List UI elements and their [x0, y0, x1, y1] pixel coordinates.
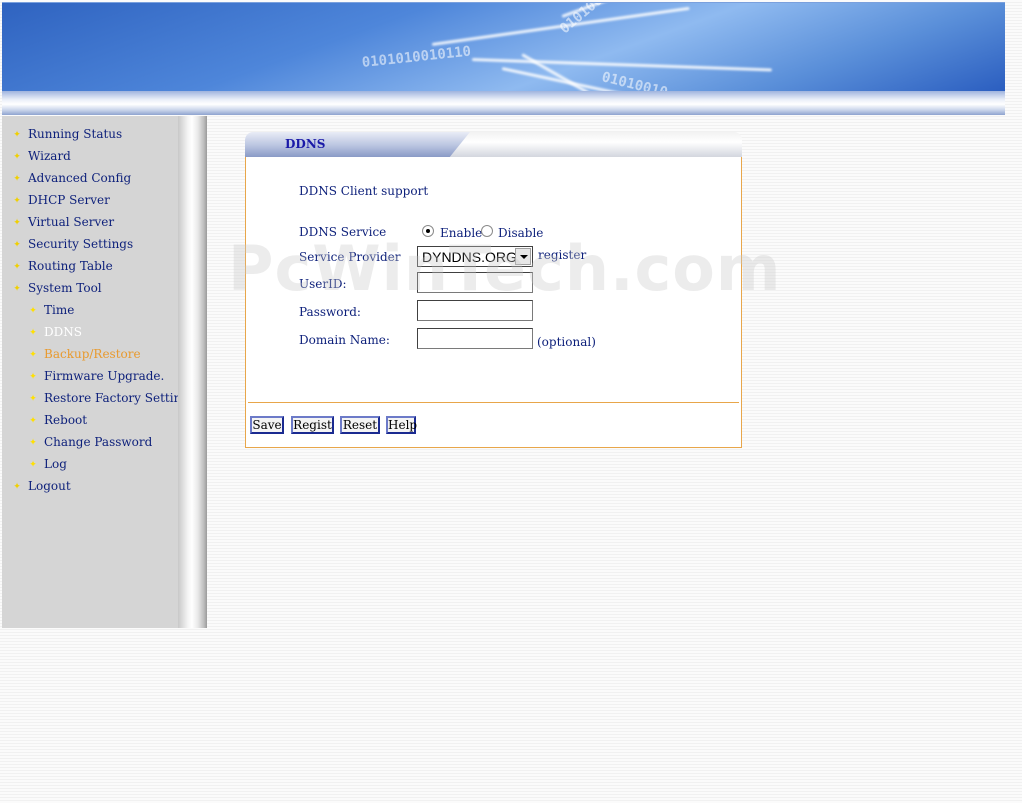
sidebar-item-routing-table[interactable]: ✦ Routing Table: [12, 257, 113, 275]
star-icon: ✦: [29, 328, 37, 338]
sidebar-item-system-tool[interactable]: ✦ System Tool: [12, 279, 101, 297]
star-icon: ✦: [29, 306, 37, 316]
star-icon: ✦: [13, 262, 21, 272]
sidebar-subitem-log[interactable]: ✦ Log: [28, 455, 67, 473]
sidebar-item-security-settings[interactable]: ✦ Security Settings: [12, 235, 133, 253]
chevron-down-icon[interactable]: [515, 248, 531, 265]
domain-name-label: Domain Name:: [299, 333, 390, 347]
header-bar: [2, 91, 1005, 115]
disable-label: Disable: [498, 226, 544, 240]
sidebar-subitem-change-password[interactable]: ✦ Change Password: [28, 433, 152, 451]
star-icon: ✦: [29, 460, 37, 470]
reset-button[interactable]: Reset: [340, 416, 380, 434]
star-icon: ✦: [13, 130, 21, 140]
sidebar-item-virtual-server[interactable]: ✦ Virtual Server: [12, 213, 114, 231]
sidebar-nav: ✦ Running Status ✦ Wizard ✦ Advanced Config…: [2, 116, 189, 628]
sidebar-divider: [178, 116, 207, 628]
sidebar-item-running-status[interactable]: ✦ Running Status: [12, 125, 122, 143]
sidebar-subitem-ddns[interactable]: ✦ DDNS: [28, 323, 82, 341]
sidebar-subitem-firmware-upgrade[interactable]: ✦ Firmware Upgrade.: [28, 367, 164, 385]
sidebar-subitem-reboot[interactable]: ✦ Reboot: [28, 411, 87, 429]
sidebar-subitem-restore-factory-setting[interactable]: ✦ Restore Factory Setting: [28, 389, 189, 407]
star-icon: ✦: [29, 394, 37, 404]
panel-title: DDNS: [285, 137, 326, 151]
star-icon: ✦: [13, 152, 21, 162]
save-button[interactable]: Save: [250, 416, 284, 434]
section-label: DDNS Client support: [299, 184, 429, 198]
sidebar-item-advanced-config[interactable]: ✦ Advanced Config: [12, 169, 131, 187]
domain-name-input[interactable]: [417, 328, 533, 349]
sidebar-subitem-backup-restore[interactable]: ✦ Backup/Restore: [28, 345, 140, 363]
service-provider-select[interactable]: DYNDNS.ORG: [417, 246, 533, 267]
panel-header: DDNS: [245, 132, 742, 157]
star-icon: ✦: [13, 218, 21, 228]
ddns-service-label: DDNS Service: [299, 225, 387, 239]
star-icon: ✦: [13, 284, 21, 294]
register-link[interactable]: register: [538, 248, 586, 262]
password-label: Password:: [299, 305, 361, 319]
help-button[interactable]: Help: [386, 416, 417, 434]
sidebar-subitem-time[interactable]: ✦ Time: [28, 301, 74, 319]
star-icon: ✦: [29, 438, 37, 448]
star-icon: ✦: [13, 196, 21, 206]
sidebar-item-wizard[interactable]: ✦ Wizard: [12, 147, 71, 165]
password-input[interactable]: [417, 300, 533, 321]
header-banner: 0101010010110 01010010 0101001: [2, 2, 1005, 91]
enable-label: Enable: [440, 226, 483, 240]
userid-label: UserID:: [299, 277, 347, 291]
optional-label: (optional): [537, 335, 596, 349]
panel-tab: [245, 132, 470, 157]
star-icon: ✦: [29, 372, 37, 382]
regist-button[interactable]: Regist: [291, 416, 334, 434]
star-icon: ✦: [13, 174, 21, 184]
star-icon: ✦: [29, 350, 37, 360]
star-icon: ✦: [13, 240, 21, 250]
enable-radio[interactable]: [422, 225, 434, 237]
sidebar-item-logout[interactable]: ✦ Logout: [12, 477, 70, 495]
star-icon: ✦: [13, 482, 21, 492]
disable-radio[interactable]: [481, 225, 493, 237]
userid-input[interactable]: [417, 272, 533, 293]
panel-divider: [248, 402, 739, 403]
service-provider-value: DYNDNS.ORG: [422, 249, 517, 265]
star-icon: ✦: [29, 416, 37, 426]
sidebar-item-dhcp-server[interactable]: ✦ DHCP Server: [12, 191, 110, 209]
service-provider-label: Service Provider: [299, 250, 401, 264]
